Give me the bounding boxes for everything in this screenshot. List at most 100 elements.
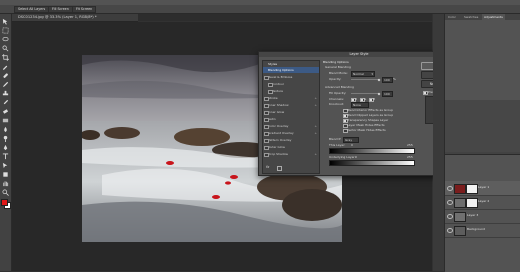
path-select-tool-icon[interactable] [2,162,9,169]
brush-tool-icon[interactable] [2,81,9,88]
layer-thumbnail [454,212,466,222]
quick-select-tool-icon[interactable] [2,45,9,52]
checkbox[interactable] [264,103,269,108]
blend-mode-label: Blend Mode: [329,71,348,75]
opacity-slider[interactable] [351,79,379,80]
properties-panel [445,100,520,152]
style-label: Satin [268,117,276,121]
eye-icon[interactable] [447,200,453,205]
panel-icon-strip [433,14,445,271]
fill-opacity-input[interactable]: 100 [382,90,393,97]
blend-if-select[interactable]: Gray [343,136,359,143]
style-inner-glow[interactable]: Inner Glow [263,109,319,115]
fit-screen-button[interactable]: Fit Screen [72,6,97,13]
layer-row[interactable]: Layer 3 [445,209,520,224]
opacity-input[interactable]: 100 [382,76,393,83]
hand-tool-icon[interactable] [2,180,9,187]
checkbox[interactable] [264,138,269,143]
plus-icon[interactable]: + [314,95,317,101]
channel-b-label: B [373,97,376,101]
select-all-layers-button[interactable]: Select All Layers [14,6,50,13]
this-layer-gradient[interactable] [329,148,415,154]
eyedropper-tool-icon[interactable] [2,63,9,70]
pen-tool-icon[interactable] [2,144,9,151]
document-tab[interactable]: DSC01234.jpg @ 33.3% (Layer 1, RGB/8*) * [12,14,138,22]
knockout-value: None [353,102,361,107]
style-label: Bevel & Emboss [268,75,293,79]
chevron-down-icon: ▾ [371,71,373,76]
fx-icon[interactable]: fx [266,165,269,169]
underlying-layer-label: Underlying Layer: [329,155,356,159]
eye-icon[interactable] [447,214,453,219]
layer-mask-thumbnail[interactable] [466,198,478,208]
checkbox[interactable] [264,117,269,122]
style-gradient-overlay[interactable]: Gradient Overlay + [263,130,319,136]
checkbox[interactable] [264,124,269,129]
layer-row[interactable]: Layer 1 [445,181,520,196]
knockout-select[interactable]: None [351,101,369,108]
checkbox[interactable] [268,82,273,87]
opacity-value: 100 [384,77,390,82]
layer-row[interactable]: Background [445,223,520,238]
fill-opacity-slider[interactable] [351,93,379,94]
eraser-tool-icon[interactable] [2,108,9,115]
blur-tool-icon[interactable] [2,126,9,133]
style-drop-shadow[interactable]: Drop Shadow + [263,151,319,157]
foreground-color-swatch[interactable] [1,199,8,206]
delete-effect-icon[interactable] [277,166,282,171]
fill-opacity-slider-handle[interactable] [377,92,381,95]
checkbox[interactable] [264,75,269,80]
layer-thumbnail [454,184,466,194]
preview-checkbox[interactable] [423,90,428,95]
style-label: Texture [272,89,283,93]
style-blending-options[interactable]: Blending Options [263,67,319,73]
style-pattern-overlay[interactable]: Pattern Overlay [263,137,319,143]
layer-row[interactable]: Layer 2 [445,195,520,210]
layer-mask-thumbnail[interactable] [466,184,478,194]
style-label: Blending Options [268,68,294,72]
marquee-tool-icon[interactable] [2,27,9,34]
stamp-tool-icon[interactable] [2,90,9,97]
plus-icon[interactable]: + [314,123,317,129]
channel-g-label: G [364,97,367,101]
style-color-overlay[interactable]: Color Overlay + [263,123,319,129]
crop-tool-icon[interactable] [2,54,9,61]
blend-mode-select[interactable]: Normal ▾ [351,70,375,77]
style-stroke[interactable]: Stroke + [263,95,319,101]
shape-tool-icon[interactable] [2,171,9,178]
lasso-tool-icon[interactable] [2,36,9,43]
healing-tool-icon[interactable] [2,72,9,79]
checkbox[interactable] [268,89,273,94]
fill-screen-button[interactable]: Fill Screen [48,6,73,13]
style-texture[interactable]: Texture [263,88,319,94]
style-bevel-emboss[interactable]: Bevel & Emboss [263,74,319,80]
style-satin[interactable]: Satin [263,116,319,122]
type-tool-icon[interactable] [2,153,9,160]
checkbox[interactable] [264,96,269,101]
style-inner-shadow[interactable]: Inner Shadow + [263,102,319,108]
plus-icon[interactable]: + [314,102,317,108]
zoom-tool-icon[interactable] [2,189,9,196]
move-tool-icon[interactable] [2,18,9,25]
dodge-tool-icon[interactable] [2,135,9,142]
style-label: Outer Glow [268,145,285,149]
layer-style-dialog: Layer Style Styles Blending Options Beve… [258,51,460,176]
opacity-unit: % [393,77,396,81]
checkbox[interactable] [264,131,269,136]
checkbox[interactable] [264,145,269,150]
style-contour[interactable]: Contour [263,81,319,87]
checkbox[interactable] [264,152,269,157]
underlying-layer-gradient[interactable] [329,160,415,166]
eye-icon[interactable] [447,186,453,191]
style-outer-glow[interactable]: Outer Glow [263,144,319,150]
plus-icon[interactable]: + [314,130,317,136]
dialog-title: Layer Style [259,52,459,57]
history-brush-tool-icon[interactable] [2,99,9,106]
eye-icon[interactable] [447,228,453,233]
plus-icon[interactable]: + [314,151,317,157]
blend-mode-value: Normal [353,71,364,76]
checkbox[interactable] [264,110,269,115]
opacity-slider-handle[interactable] [377,78,381,81]
style-label: Stroke [268,96,278,100]
gradient-tool-icon[interactable] [2,117,9,124]
